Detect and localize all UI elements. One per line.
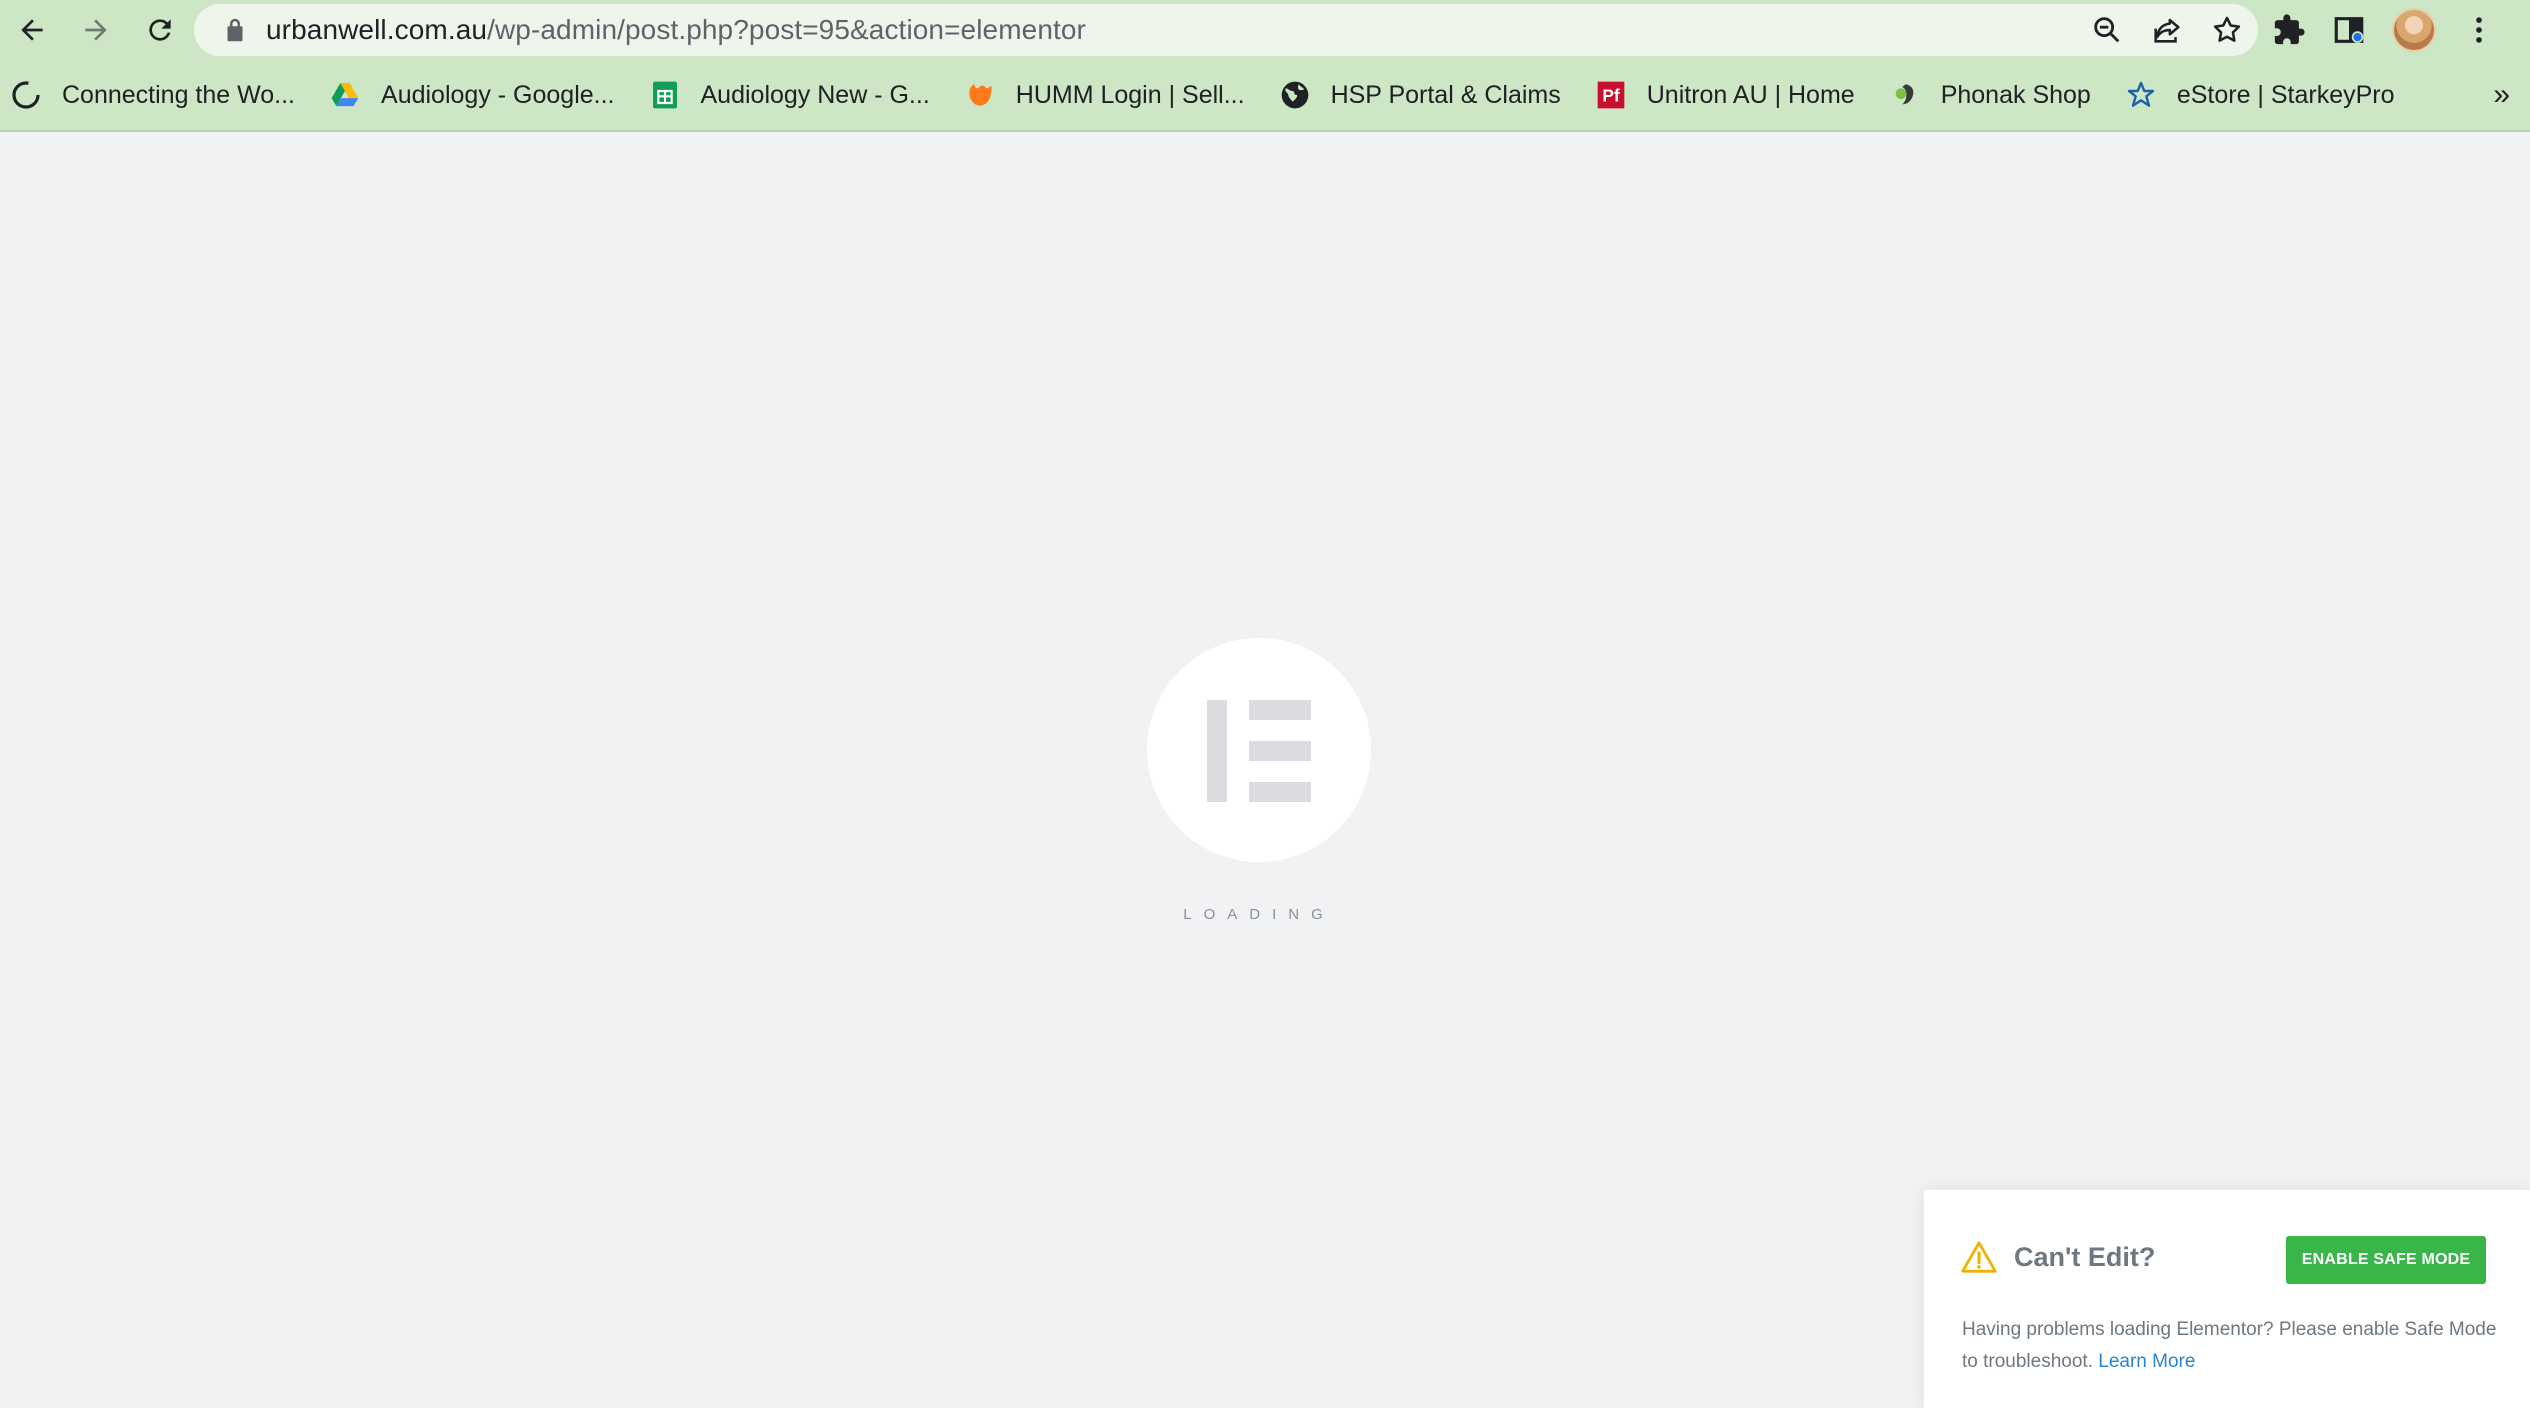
logo-bar-top	[1249, 700, 1311, 720]
bookmark-label: eStore | StarkeyPro	[2176, 80, 2395, 109]
loading-label: LOADING	[1183, 906, 1335, 923]
svg-text:Pf: Pf	[1602, 86, 1620, 106]
bookmark-connecting-the-world[interactable]: Connecting the Wo...	[6, 67, 309, 123]
logo-bar-middle	[1249, 741, 1311, 761]
enable-safe-mode-button[interactable]: ENABLE SAFE MODE	[2286, 1236, 2486, 1284]
notice-body: Having problems loading Elementor? Pleas…	[1962, 1314, 2502, 1378]
zoom-icon[interactable]	[2090, 13, 2124, 47]
browser-toolbar: urbanwell.com.au/wp-admin/post.php?post=…	[0, 0, 2530, 60]
bookmark-label: HSP Portal & Claims	[1330, 80, 1561, 109]
reload-icon	[149, 19, 171, 41]
google-drive-icon	[329, 79, 361, 111]
unitron-icon: Pf	[1595, 79, 1627, 111]
logo-bar-vertical	[1207, 700, 1227, 802]
google-sheets-icon	[649, 79, 681, 111]
bookmark-label: Unitron AU | Home	[1646, 80, 1855, 109]
bookmark-phonak-shop[interactable]: Phonak Shop	[1885, 67, 2105, 123]
bookmark-label: Audiology - Google...	[381, 80, 615, 109]
share-icon[interactable]	[2150, 13, 2184, 47]
bookmark-label: Connecting the Wo...	[62, 80, 296, 109]
loading-circle-icon	[10, 79, 42, 111]
url-host: urbanwell.com.au	[266, 14, 488, 45]
learn-more-link[interactable]: Learn More	[2098, 1351, 2195, 1372]
bookmark-label: HUMM Login | Sell...	[1015, 80, 1245, 109]
back-arrow-icon	[21, 19, 43, 41]
notice-title: Can't Edit?	[2014, 1241, 2156, 1272]
elementor-logo	[1147, 638, 1371, 862]
bookmarks-bar: Connecting the Wo... Audiology - Google.…	[0, 60, 2530, 132]
omnibox-actions	[2090, 4, 2244, 56]
back-button[interactable]	[0, 0, 64, 60]
reload-button[interactable]	[128, 0, 192, 60]
bookmarks-overflow-button[interactable]: »	[2493, 78, 2510, 112]
url-path: /wp-admin/post.php?post=95&action=elemen…	[487, 14, 1086, 45]
browser-actions	[2272, 0, 2496, 60]
humm-icon	[964, 79, 996, 111]
bookmark-audiology-google[interactable]: Audiology - Google...	[325, 67, 628, 123]
url-text[interactable]: urbanwell.com.au/wp-admin/post.php?post=…	[266, 14, 1086, 46]
bookmark-humm-login[interactable]: HUMM Login | Sell...	[960, 67, 1259, 123]
side-panel-icon[interactable]	[2332, 13, 2366, 47]
logo-bar-bottom	[1249, 782, 1311, 802]
safe-mode-notice: Can't Edit? ENABLE SAFE MODE Having prob…	[1924, 1190, 2530, 1408]
phonak-icon	[1889, 79, 1921, 111]
kebab-menu-icon[interactable]	[2462, 13, 2496, 47]
notice-text: Having problems loading Elementor? Pleas…	[1962, 1319, 2497, 1372]
forward-button[interactable]	[64, 0, 128, 60]
puzzle-icon[interactable]	[2272, 13, 2306, 47]
bookmark-label: Audiology New - G...	[700, 80, 930, 109]
notice-header: Can't Edit?	[1960, 1240, 2155, 1274]
bookmark-label: Phonak Shop	[1940, 80, 2091, 109]
bookmark-hsp-portal[interactable]: HSP Portal & Claims	[1275, 67, 1575, 123]
forward-arrow-icon	[85, 19, 107, 41]
bookmark-unitron[interactable]: Pf Unitron AU | Home	[1591, 67, 1869, 123]
lock-icon[interactable]	[220, 15, 250, 45]
profile-avatar[interactable]	[2392, 8, 2436, 52]
bookmark-audiology-new[interactable]: Audiology New - G...	[645, 67, 944, 123]
star-icon[interactable]	[2210, 13, 2244, 47]
bookmark-estore-starkeypro[interactable]: eStore | StarkeyPro	[2121, 67, 2409, 123]
warning-icon	[1961, 1241, 1997, 1273]
starkey-icon	[2125, 79, 2157, 111]
address-bar[interactable]: urbanwell.com.au/wp-admin/post.php?post=…	[194, 4, 2258, 56]
globe-icon	[1279, 79, 1311, 111]
